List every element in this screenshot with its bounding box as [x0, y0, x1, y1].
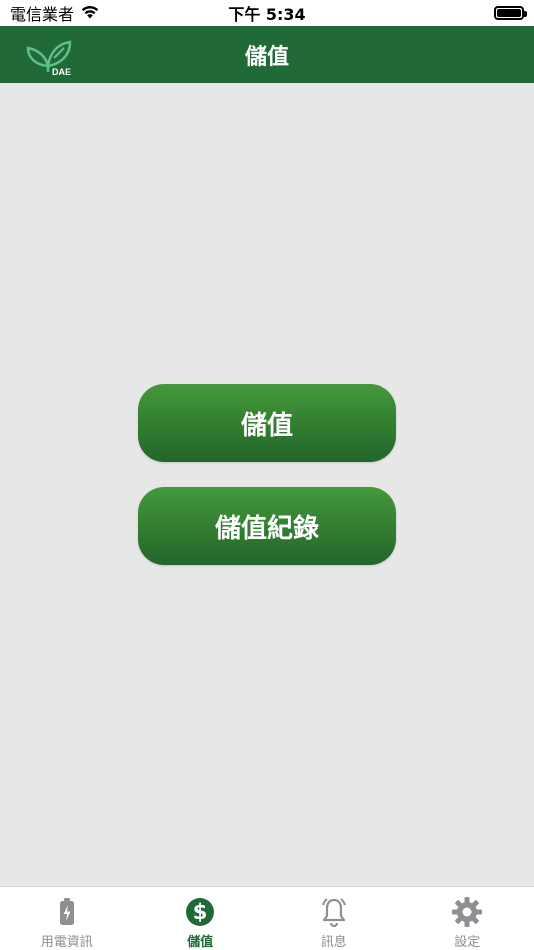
tab-label: 用電資訊	[40, 935, 93, 950]
topup-history-button[interactable]: 儲值紀錄	[138, 487, 396, 565]
carrier-label: 電信業者	[10, 5, 75, 24]
gear-icon	[451, 896, 483, 928]
wifi-icon	[80, 4, 100, 23]
topup-button[interactable]: 儲值	[138, 384, 396, 462]
tab-label: 儲值	[187, 935, 214, 950]
tab-bar: 用電資訊 $ 儲值 訊息 設定	[0, 886, 534, 950]
page-title: 儲值	[244, 44, 289, 70]
battery-charging-icon	[51, 896, 83, 928]
tab-label: 設定	[454, 935, 481, 950]
svg-text:$: $	[193, 900, 208, 924]
logo-text: DAE	[52, 67, 71, 76]
leaf-logo-icon: DAE	[24, 34, 76, 77]
status-right	[494, 6, 527, 20]
tab-messages[interactable]: 訊息	[267, 887, 401, 950]
tab-power-info[interactable]: 用電資訊	[0, 887, 134, 950]
status-bar: 電信業者 下午 5:34	[0, 0, 534, 26]
battery-icon	[494, 6, 527, 20]
status-left: 電信業者	[10, 1, 100, 25]
tab-topup[interactable]: $ 儲值	[134, 887, 268, 950]
dollar-icon: $	[184, 896, 216, 928]
tab-settings[interactable]: 設定	[401, 887, 534, 950]
bell-icon	[318, 896, 350, 928]
main-content: 儲值 儲值紀錄	[0, 83, 534, 886]
nav-bar: DAE 儲值	[0, 26, 534, 83]
tab-label: 訊息	[320, 935, 347, 950]
